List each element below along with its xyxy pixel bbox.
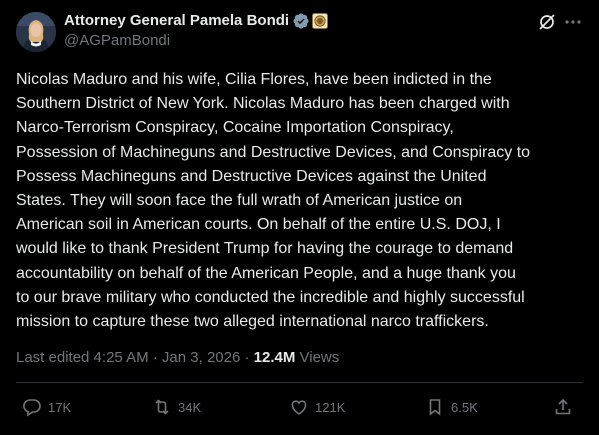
share-icon <box>555 398 571 415</box>
views-label: Views <box>295 349 340 366</box>
divider <box>16 382 583 383</box>
avatar[interactable] <box>16 12 56 52</box>
repost-button[interactable]: 34K <box>152 397 201 417</box>
reply-button[interactable]: 17K <box>22 397 71 417</box>
grok-icon[interactable] <box>537 12 557 32</box>
like-count: 121K <box>315 399 346 415</box>
bookmark-icon <box>429 399 441 416</box>
verified-icon[interactable] <box>293 12 309 29</box>
post-text: Nicolas Maduro and his wife, Cilia Flore… <box>16 71 531 331</box>
edited-timestamp[interactable]: Last edited 4:25 AM · Jan 3, 2026 · <box>16 349 254 366</box>
repost-count: 34K <box>178 399 202 415</box>
post-meta: Last edited 4:25 AM · Jan 3, 2026 · 12.4… <box>16 349 339 366</box>
author-display-name[interactable]: Attorney General Pamela Bondi <box>64 12 289 29</box>
repost-icon <box>155 399 169 415</box>
bookmark-count: 6.5K <box>451 399 478 415</box>
like-button[interactable]: 121K <box>289 397 345 417</box>
post-card: Attorney General Pamela Bondi @AGPamBond… <box>0 0 599 435</box>
bookmark-button[interactable]: 6.5K <box>425 397 478 417</box>
government-badge-icon[interactable] <box>312 12 329 29</box>
avatar-image <box>16 12 56 52</box>
heart-icon <box>291 400 307 415</box>
views-count: 12.4M <box>253 349 296 366</box>
reply-count: 17K <box>48 399 72 415</box>
more-icon[interactable] <box>563 12 583 32</box>
author-handle[interactable]: @AGPamBondi <box>64 32 170 49</box>
author-name-row: Attorney General Pamela Bondi <box>64 11 329 30</box>
reply-icon <box>23 399 41 417</box>
action-bar: 17K 34K 121K 6.5K <box>16 397 583 421</box>
share-button[interactable] <box>553 397 573 422</box>
